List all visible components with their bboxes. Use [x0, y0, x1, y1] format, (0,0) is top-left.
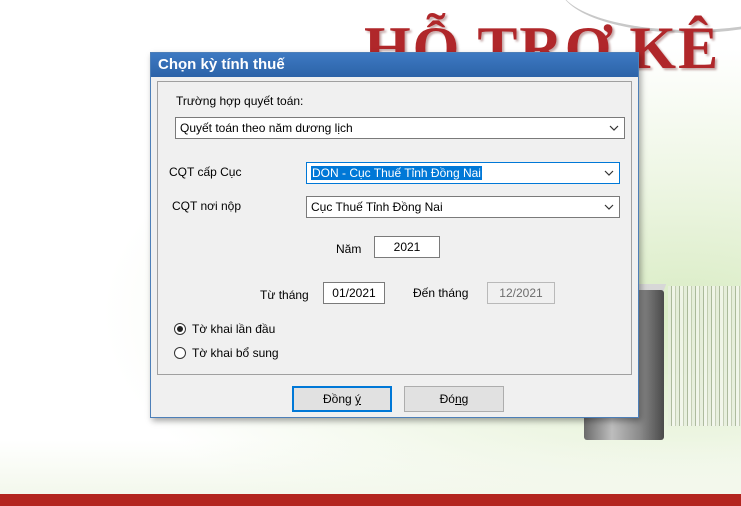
close-button-mnemonic: n: [454, 392, 462, 406]
to-month-label: Đến tháng: [413, 286, 469, 300]
chevron-down-icon[interactable]: [609, 123, 619, 133]
radio-first-label: Tờ khai lần đầu: [192, 322, 276, 336]
tax-period-dialog: Chọn kỳ tính thuế Trường hợp quyết toán:…: [150, 52, 639, 418]
ok-button-mnemonic: ý: [355, 392, 362, 406]
ok-button-label: Đồng: [322, 392, 356, 406]
period-group-box: Trường hợp quyết toán: Quyết toán theo n…: [157, 81, 632, 375]
cqt-nop-label: CQT nơi nộp: [172, 199, 242, 213]
chevron-down-icon[interactable]: [604, 202, 614, 212]
year-label: Năm: [336, 242, 362, 256]
radio-first-declaration[interactable]: Tờ khai lần đầu: [174, 322, 275, 336]
from-month-label: Từ tháng: [260, 288, 309, 302]
close-button[interactable]: Đóng: [404, 386, 504, 412]
cqt-cuc-label: CQT cấp Cục: [169, 165, 242, 179]
radio-unselected-indicator[interactable]: [174, 347, 186, 359]
case-select-value: Quyết toán theo năm dương lịch: [180, 121, 353, 135]
chevron-down-icon[interactable]: [604, 168, 614, 178]
radio-supplement-declaration[interactable]: Tờ khai bổ sung: [174, 346, 279, 360]
case-select[interactable]: Quyết toán theo năm dương lịch: [175, 117, 625, 139]
radio-supplement-label: Tờ khai bổ sung: [192, 346, 279, 360]
to-month-input: 12/2021: [487, 282, 555, 304]
case-label: Trường hợp quyết toán:: [176, 94, 304, 108]
banner-letter: Ê: [678, 15, 721, 81]
dialog-title[interactable]: Chọn kỳ tính thuế: [151, 53, 638, 77]
cqt-cuc-selected-text: DON - Cục Thuế Tỉnh Đồng Nai: [311, 166, 482, 180]
ok-button[interactable]: Đồng ý: [292, 386, 392, 412]
cqt-nop-select-value: Cục Thuế Tỉnh Đồng Nai: [311, 200, 443, 214]
server-rack-image: [668, 286, 741, 426]
close-button-label: Đó: [439, 392, 455, 406]
radio-selected-indicator[interactable]: [174, 323, 186, 335]
cqt-cuc-select-value: DON - Cục Thuế Tỉnh Đồng Nai: [311, 166, 482, 180]
cqt-nop-select[interactable]: Cục Thuế Tỉnh Đồng Nai: [306, 196, 620, 218]
background-bottom-fade: [0, 440, 741, 494]
year-input[interactable]: 2021: [374, 236, 440, 258]
background-bottom-band: [0, 494, 741, 506]
from-month-input[interactable]: 01/2021: [323, 282, 385, 304]
close-button-label-end: g: [461, 392, 469, 406]
cqt-cuc-select[interactable]: DON - Cục Thuế Tỉnh Đồng Nai: [306, 162, 620, 184]
